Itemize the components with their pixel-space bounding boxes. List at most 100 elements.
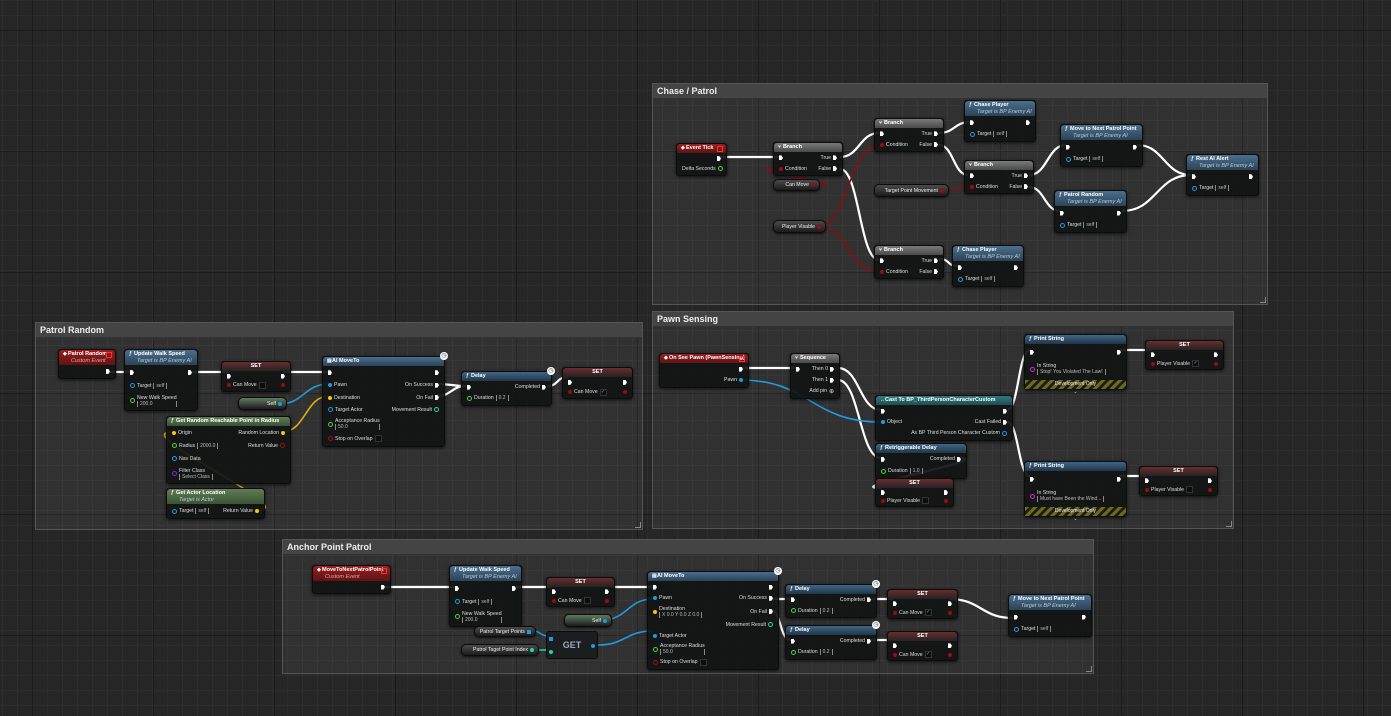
exec-pin[interactable] [1066, 144, 1070, 150]
node-header[interactable]: SET [547, 578, 614, 587]
exec-pin[interactable] [1208, 478, 1212, 484]
checkbox-unchecked[interactable] [374, 435, 382, 443]
pin-default-value-input[interactable]: Must have Been the Wind... [1037, 496, 1105, 503]
node-header[interactable]: ◆Event Tick [677, 144, 726, 153]
exec-pin[interactable] [958, 265, 962, 271]
node-header[interactable]: ƒ Delay [462, 372, 551, 381]
exec-pin[interactable] [1192, 174, 1196, 180]
node-header[interactable]: ◆On See Pawn (PawnSensing) [660, 354, 748, 363]
exec-pin[interactable] [867, 597, 871, 603]
node-ps-set1[interactable]: SET Player Visable ✓ [1145, 340, 1224, 370]
checkbox-unchecked[interactable] [699, 658, 707, 666]
delegate-pin[interactable] [106, 352, 112, 358]
comment-title[interactable]: Pawn Sensing [653, 312, 1233, 327]
exec-pin[interactable] [1003, 408, 1007, 414]
exec-pin[interactable] [934, 142, 938, 148]
class-pin[interactable] [172, 471, 177, 477]
node-header[interactable]: ⑂ Branch [965, 161, 1033, 170]
getter-cp-can-move[interactable]: Can Move [773, 179, 820, 191]
delegate-pin[interactable] [717, 146, 723, 152]
object-pin[interactable] [1014, 626, 1019, 632]
node-pr-set2[interactable]: SET Can Move ✓ [562, 367, 633, 399]
node-header[interactable]: SET [1146, 341, 1223, 350]
node-header[interactable]: ƒ Delay [786, 585, 876, 594]
bool-pin[interactable] [1145, 487, 1149, 492]
float-pin[interactable] [130, 398, 135, 403]
exec-pin[interactable] [934, 269, 938, 275]
chevron-down-icon[interactable]: ⌄ [1025, 516, 1126, 522]
exec-pin[interactable] [717, 156, 721, 162]
bool-pin[interactable] [880, 142, 884, 147]
exec-pin[interactable] [880, 131, 884, 137]
exec-pin[interactable] [1014, 614, 1018, 620]
node-ps-set-bottom[interactable]: SET Player Visable [875, 478, 954, 507]
delegate-pin[interactable] [381, 568, 387, 574]
delegate-pin[interactable] [739, 356, 745, 362]
bool-pin[interactable] [948, 652, 952, 657]
bool-pin[interactable] [281, 383, 285, 388]
node-cp-branch4[interactable]: ⑂ Branch True Condition False [874, 245, 944, 279]
object-pin[interactable] [1066, 156, 1071, 162]
checkbox-checked[interactable]: ✓ [599, 388, 607, 396]
node-header[interactable]: ▤AI MoveTo [648, 572, 778, 581]
exec-pin[interactable] [791, 597, 795, 603]
exec-pin[interactable] [435, 395, 439, 401]
float-pin[interactable] [467, 395, 472, 401]
object-pin[interactable] [1192, 185, 1197, 191]
checkbox-unchecked[interactable] [258, 381, 266, 389]
node-header[interactable]: ƒ Get Random Reachable Point in Radius [167, 417, 290, 426]
exec-pin[interactable] [944, 490, 948, 496]
node-pr-random-point[interactable]: ƒ Get Random Reachable Point in Radius Ori… [166, 416, 291, 484]
exec-pin[interactable] [130, 370, 134, 375]
pin-default-value-input[interactable]: self [1083, 222, 1098, 228]
exec-pin[interactable] [970, 173, 974, 179]
node-cp-patrol-random[interactable]: ƒ Patrol Random Target is BP Enemy AI Targe… [1054, 190, 1127, 233]
exec-pin[interactable] [880, 258, 884, 264]
node-cp-rest-alert[interactable]: ƒ Rest AI Alert Target is BP Enemy AI Targe… [1186, 154, 1259, 196]
exec-pin[interactable] [455, 586, 459, 591]
exec-pin[interactable] [542, 384, 546, 390]
exec-pin[interactable] [1249, 174, 1253, 180]
chevron-down-icon[interactable]: ⌄ [1025, 389, 1126, 395]
exec-pin[interactable] [833, 166, 837, 172]
object-pin[interactable] [958, 276, 963, 282]
bool-pin[interactable] [328, 436, 333, 442]
vector-pin[interactable] [281, 430, 285, 435]
exec-pin[interactable] [948, 601, 952, 607]
node-ap-delay2[interactable]: ƒ Delay Completed Duration 0.2 ◷ [785, 621, 880, 660]
exec-pin[interactable] [1151, 352, 1155, 358]
node-header[interactable]: SET [888, 590, 957, 599]
exec-pin[interactable] [1214, 352, 1218, 358]
node-pr-delay[interactable]: ƒ Delay Completed Duration 0.2 ◷ [461, 367, 555, 406]
exec-pin[interactable] [623, 379, 627, 385]
exec-pin[interactable] [381, 584, 385, 590]
pin-default-value-input[interactable]: self [478, 598, 493, 605]
object-pin[interactable] [172, 456, 177, 462]
node-header[interactable]: SET [876, 479, 953, 488]
pin-default-value-input[interactable]: 50.0 [335, 424, 380, 431]
exec-pin[interactable] [830, 377, 834, 383]
bool-pin[interactable] [970, 184, 974, 189]
exec-pin[interactable] [1003, 419, 1007, 425]
node-header[interactable]: ƒ Update Walk Speed Target is BP Enemy AI [450, 566, 521, 581]
exec-pin[interactable] [957, 456, 961, 462]
bool-pin[interactable] [811, 183, 815, 187]
node-header[interactable]: ƒ Patrol Random Target is BP Enemy AI [1055, 191, 1126, 206]
exec-pin[interactable] [1117, 476, 1121, 482]
node-header[interactable]: ƒ Update Walk Speed Target is BP Enemy AI [125, 350, 197, 365]
node-ap-set[interactable]: SET Can Move [546, 577, 615, 607]
int-pin[interactable] [530, 648, 534, 652]
exec-pin[interactable] [893, 601, 897, 607]
bool-pin[interactable] [779, 166, 783, 171]
node-ap-delay1[interactable]: ƒ Delay Completed Duration 0.2 ◷ [785, 580, 880, 618]
pin-default-value-input[interactable]: 0.2 [819, 649, 833, 656]
pin-default-value-input[interactable]: Select Class [179, 473, 213, 480]
node-header[interactable]: SET [888, 632, 957, 641]
node-cp-branch3[interactable]: ⑂ Branch True Condition False [964, 160, 1034, 194]
exec-pin[interactable] [739, 366, 743, 372]
pin-default-value-input[interactable]: Stop! You Violated The Law! [1037, 369, 1106, 376]
object-pin[interactable] [653, 633, 657, 638]
getter-ap-index[interactable]: Patrol Taget Point Index [461, 644, 539, 656]
getter-pr-self[interactable]: Self [238, 397, 287, 410]
getter-cp-player-visable[interactable]: Player Visable [773, 220, 826, 233]
